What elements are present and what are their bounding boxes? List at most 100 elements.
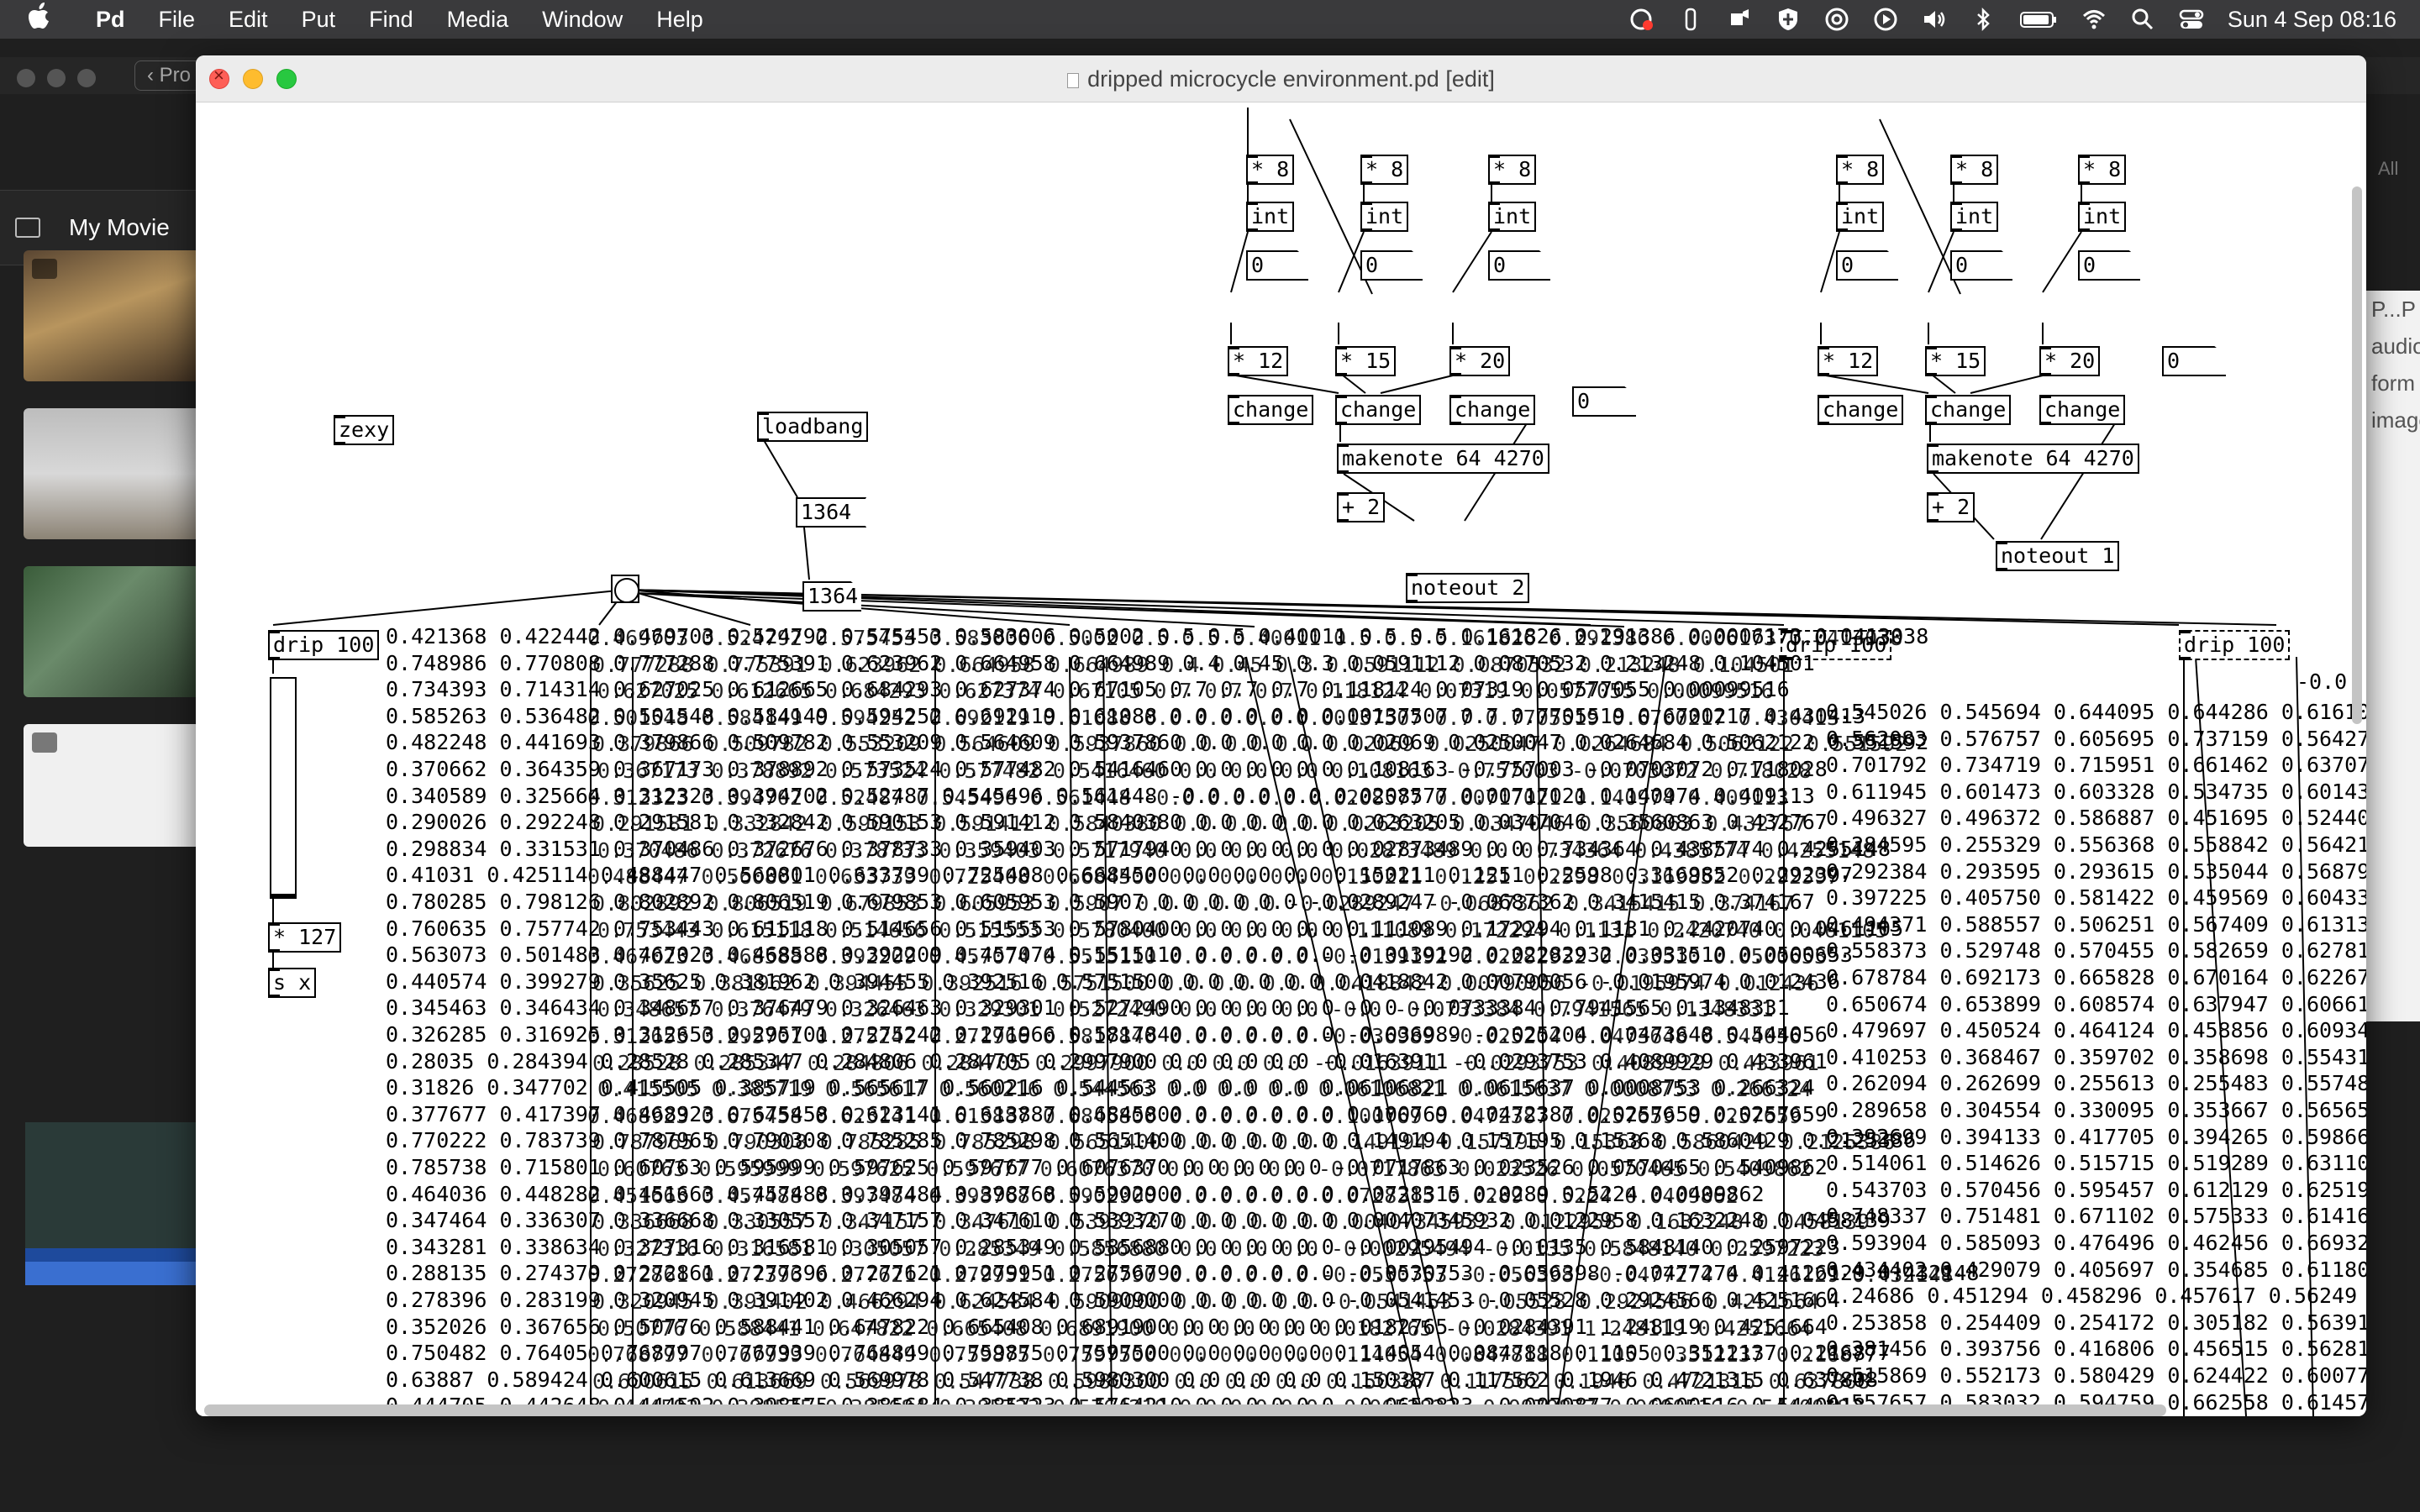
loadbang-object[interactable]: loadbang [757, 412, 869, 442]
number-box-extra[interactable]: 0 [1572, 386, 1636, 417]
timeline-audio-waveform-fill [25, 1262, 202, 1285]
menu-media[interactable]: Media [430, 7, 526, 33]
pd-canvas[interactable]: zexy loadbang 1364 1364 drip 100 * 127 s… [196, 102, 2366, 1416]
message-1364[interactable]: 1364 [796, 497, 867, 528]
background-close-button[interactable] [17, 69, 35, 87]
change-object[interactable]: change [1925, 395, 2012, 425]
send-x-object[interactable]: s x [268, 968, 317, 998]
multiply-12-object[interactable]: * 12 [1818, 346, 1879, 376]
vertical-slider[interactable] [270, 677, 297, 899]
plus-2-object[interactable]: + 2 [1337, 492, 1386, 522]
int-object[interactable]: int [1950, 202, 1999, 232]
background-zoom-button[interactable] [77, 69, 96, 87]
makenote-object[interactable]: makenote 64 4270 [1927, 444, 2139, 474]
menu-help[interactable]: Help [639, 7, 720, 33]
int-object[interactable]: int [1836, 202, 1885, 232]
makenote-object[interactable]: makenote 64 4270 [1337, 444, 1549, 474]
menu-app-pd[interactable]: Pd [79, 7, 142, 33]
number-box-extra[interactable]: 0 [2162, 346, 2226, 376]
battery-clip-icon[interactable] [1678, 7, 1703, 32]
multiply-15-object[interactable]: * 15 [1925, 346, 1986, 376]
multiply-8-object[interactable]: * 8 [1360, 155, 1409, 185]
number-box[interactable]: 0 [1360, 250, 1423, 281]
close-button[interactable] [209, 65, 229, 89]
bang-button[interactable] [611, 575, 639, 603]
sidebar-toggle-icon[interactable] [15, 218, 40, 238]
mic-icon[interactable] [1727, 7, 1752, 32]
media-thumbnail-diagram[interactable] [24, 724, 200, 847]
multiply-12-object[interactable]: * 12 [1228, 346, 1289, 376]
right-panel-line: P...P [2371, 297, 2417, 322]
menu-find[interactable]: Find [352, 7, 430, 33]
control-center-icon[interactable] [2179, 7, 2204, 32]
multiply-15-object[interactable]: * 15 [1335, 346, 1397, 376]
menu-file[interactable]: File [142, 7, 213, 33]
shield-icon[interactable] [1776, 7, 1801, 32]
change-object[interactable]: change [1818, 395, 1904, 425]
multiply-8-object[interactable]: * 8 [1836, 155, 1885, 185]
menubar-clock[interactable]: Sun 4 Sep 08:16 [2228, 7, 2396, 33]
zoom-button[interactable] [276, 69, 297, 89]
change-object[interactable]: change [1228, 395, 1314, 425]
right-panel-line: form [2371, 370, 2415, 396]
lifebuoy-icon[interactable] [1824, 7, 1849, 32]
pd-titlebar[interactable]: dripped microcycle environment.pd [edit] [196, 55, 2366, 102]
background-right-label: All [2378, 158, 2399, 179]
media-thumbnail-court-green[interactable] [24, 566, 200, 697]
play-circle-icon[interactable] [1873, 7, 1898, 32]
projects-back-label: Pro [159, 64, 192, 87]
change-object[interactable]: change [2039, 395, 2126, 425]
multiply-20-object[interactable]: * 20 [1449, 346, 1511, 376]
number-box-1364[interactable]: 1364 [802, 581, 862, 612]
noteout-2-object[interactable]: noteout 2 [1406, 573, 1530, 603]
noteout-1-object[interactable]: noteout 1 [1996, 541, 2120, 571]
media-thumbnail-squash-court[interactable] [24, 408, 200, 539]
document-icon [1067, 73, 1080, 88]
background-minimize-button[interactable] [47, 69, 66, 87]
zexy-object[interactable]: zexy [334, 415, 395, 445]
menu-bar: Pd File Edit Put Find Media Window Help [0, 0, 2420, 39]
volume-icon[interactable] [1922, 7, 1947, 32]
menu-edit[interactable]: Edit [212, 7, 285, 33]
change-object[interactable]: change [1335, 395, 1422, 425]
drip-object-main[interactable]: drip 100 [268, 630, 380, 660]
menu-put[interactable]: Put [285, 7, 353, 33]
int-object[interactable]: int [1488, 202, 1537, 232]
int-object[interactable]: int [1246, 202, 1295, 232]
apple-menu-icon[interactable] [29, 3, 79, 36]
int-object[interactable]: int [2078, 202, 2127, 232]
number-box[interactable]: 0 [1488, 250, 1550, 281]
camera-icon [32, 732, 57, 753]
multiply-8-object[interactable]: * 8 [1246, 155, 1295, 185]
drip-object-right[interactable]: drip 100 [1781, 630, 1892, 660]
media-thumbnail-dome[interactable] [24, 250, 200, 381]
multiply-127-object[interactable]: * 127 [268, 922, 342, 953]
projects-back-button[interactable]: ‹ Pro [134, 60, 204, 91]
search-icon[interactable] [2130, 7, 2155, 32]
camera-icon [32, 259, 57, 279]
wifi-icon[interactable] [2081, 7, 2107, 32]
timeline-clip[interactable] [25, 1122, 202, 1248]
vertical-slider-knob[interactable] [271, 894, 295, 897]
menu-window[interactable]: Window [525, 7, 639, 33]
pd-window-title: dripped microcycle environment.pd [edit] [1087, 66, 1495, 92]
pd-window-title-wrap: dripped microcycle environment.pd [edit] [196, 55, 2366, 102]
multiply-8-object[interactable]: * 8 [1488, 155, 1537, 185]
number-box[interactable]: 0 [1950, 250, 2012, 281]
minimize-button[interactable] [243, 69, 263, 89]
horizontal-scrollbar[interactable] [204, 1404, 2166, 1416]
number-box[interactable]: 0 [2078, 250, 2140, 281]
number-box[interactable]: 0 [1836, 250, 1898, 281]
bluetooth-icon[interactable] [1970, 7, 1996, 32]
drip-object-far-right[interactable]: drip 100 [2179, 630, 2291, 660]
plus-2-object[interactable]: + 2 [1927, 492, 1975, 522]
int-object[interactable]: int [1360, 202, 1409, 232]
battery-icon[interactable] [2019, 7, 2058, 32]
multiply-20-object[interactable]: * 20 [2039, 346, 2101, 376]
multiply-8-object[interactable]: * 8 [2078, 155, 2127, 185]
change-object[interactable]: change [1449, 395, 1536, 425]
vertical-scrollbar[interactable] [2352, 186, 2362, 724]
number-box[interactable]: 0 [1246, 250, 1308, 281]
screen-record-icon[interactable] [1629, 7, 1655, 32]
multiply-8-object[interactable]: * 8 [1950, 155, 1999, 185]
